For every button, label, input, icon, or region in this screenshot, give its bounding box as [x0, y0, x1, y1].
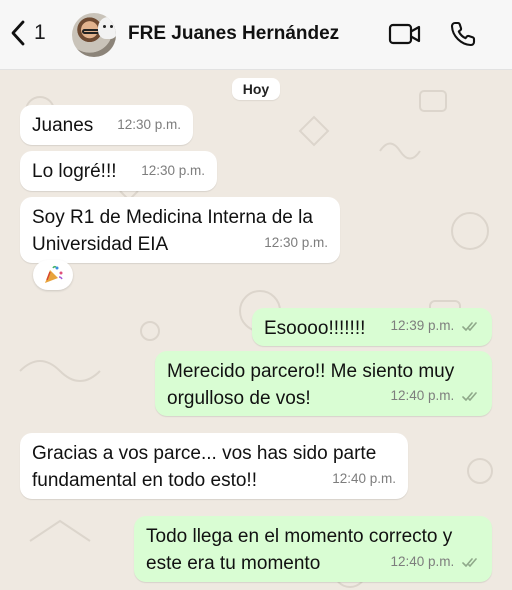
message-time: 12:30 p.m.	[264, 235, 328, 250]
read-receipt-icon	[462, 322, 477, 331]
message-text-line: Soy R1 de Medicina Interna de la	[32, 207, 313, 228]
message-time: 12:30 p.m.	[141, 163, 205, 178]
back-button[interactable]: 1	[10, 20, 46, 46]
video-call-icon[interactable]	[388, 22, 422, 46]
phone-icon[interactable]	[449, 20, 477, 48]
message-time: 12:30 p.m.	[117, 117, 181, 132]
avatar[interactable]	[72, 13, 116, 57]
message-text-line: Merecido parcero!! Me siento muy	[167, 361, 455, 382]
chat-header: 1 FRE Juanes Hernández	[0, 0, 512, 70]
unread-count: 1	[34, 21, 46, 44]
message-time: 12:40 p.m.	[332, 471, 396, 486]
message-bubble-incoming[interactable]: Lo logré!!! 12:30 p.m.	[20, 151, 217, 191]
message-time: 12:39 p.m.	[390, 318, 455, 333]
message-text: Esoooo!!!!!!!	[264, 318, 366, 339]
date-label: Hoy	[232, 78, 280, 100]
chat-area[interactable]: Hoy Juanes 12:30 p.m. Lo logré!!! 12:30 …	[0, 71, 512, 590]
message-bubble-incoming[interactable]: Soy R1 de Medicina Interna de la Univers…	[20, 197, 340, 263]
party-popper-icon	[45, 265, 63, 283]
message-time: 12:40 p.m.	[390, 554, 455, 569]
chevron-left-icon	[11, 20, 25, 46]
read-receipt-icon	[462, 558, 477, 567]
message-text: Juanes	[32, 115, 94, 136]
message-time: 12:40 p.m.	[390, 388, 455, 403]
message-meta: 12:40 p.m.	[390, 548, 480, 575]
message-meta: 12:40 p.m.	[390, 382, 480, 409]
message-bubble-incoming[interactable]: Gracias a vos parce... vos has sido part…	[20, 433, 408, 499]
message-bubble-outgoing[interactable]: Esoooo!!!!!!! 12:39 p.m.	[252, 308, 492, 346]
message-bubble-incoming[interactable]: Juanes 12:30 p.m.	[20, 105, 193, 145]
message-text-line: Gracias a vos parce... vos has sido part…	[32, 443, 377, 464]
message-text: Lo logré!!!	[32, 161, 117, 182]
contact-name[interactable]: FRE Juanes Hernández	[128, 23, 339, 45]
read-receipt-icon	[462, 392, 477, 401]
message-meta: 12:39 p.m.	[390, 312, 480, 339]
message-bubble-outgoing[interactable]: Todo llega en el momento correcto y este…	[134, 516, 492, 582]
message-reaction[interactable]	[33, 260, 73, 290]
message-bubble-outgoing[interactable]: Merecido parcero!! Me siento muy orgullo…	[155, 351, 492, 416]
message-text-line: Todo llega en el momento correcto y	[146, 526, 453, 547]
